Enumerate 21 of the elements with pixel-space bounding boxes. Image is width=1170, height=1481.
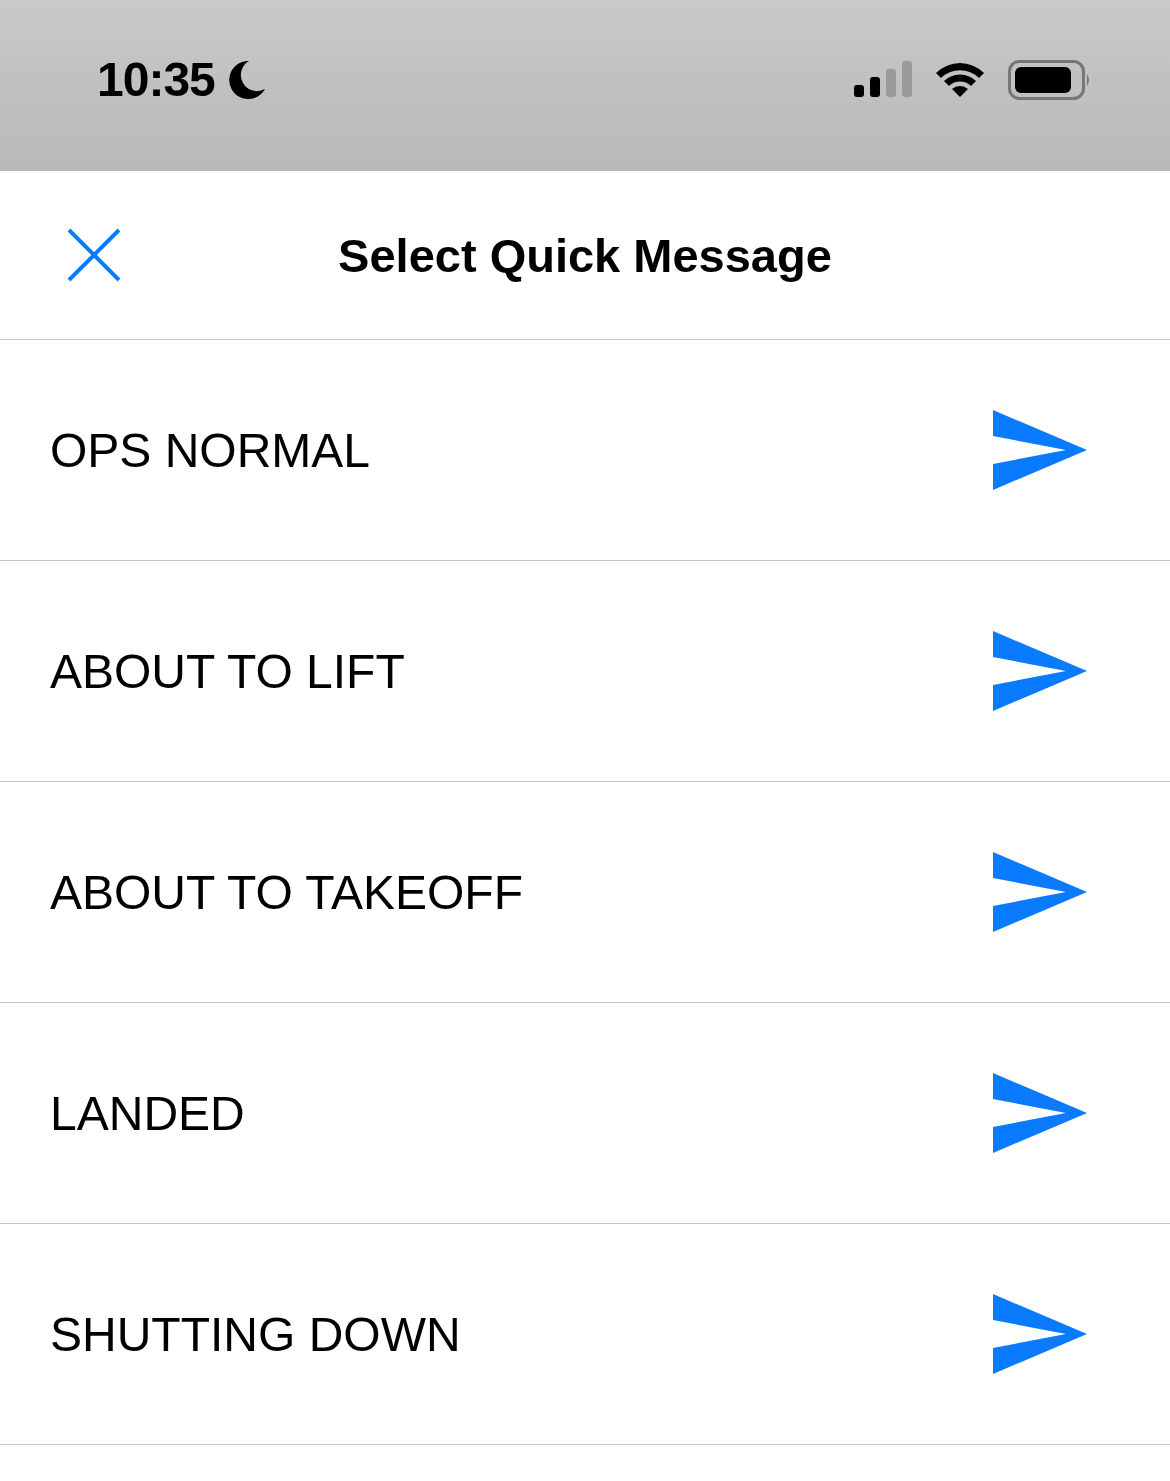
sheet-title: Select Quick Message <box>338 227 832 283</box>
send-button[interactable] <box>992 1072 1088 1154</box>
send-icon <box>992 1293 1088 1375</box>
battery-icon <box>1008 59 1092 100</box>
message-label[interactable]: ABOUT TO LIFT <box>50 643 992 699</box>
status-time: 10:35 <box>97 52 215 107</box>
message-label[interactable]: LANDED <box>50 1085 992 1141</box>
wifi-icon <box>934 60 986 99</box>
send-icon <box>992 851 1088 933</box>
message-label[interactable]: ABOUT TO TAKEOFF <box>50 864 992 920</box>
send-button[interactable] <box>992 630 1088 712</box>
send-button[interactable] <box>992 851 1088 933</box>
signal-icon <box>854 60 912 99</box>
send-button[interactable] <box>992 1293 1088 1375</box>
send-icon <box>992 630 1088 712</box>
send-icon <box>992 409 1088 491</box>
message-label[interactable]: OPS NORMAL <box>50 422 992 478</box>
close-icon <box>66 227 122 283</box>
send-button[interactable] <box>992 409 1088 491</box>
send-icon <box>992 1072 1088 1154</box>
message-label[interactable]: SHUTTING DOWN <box>50 1306 992 1362</box>
